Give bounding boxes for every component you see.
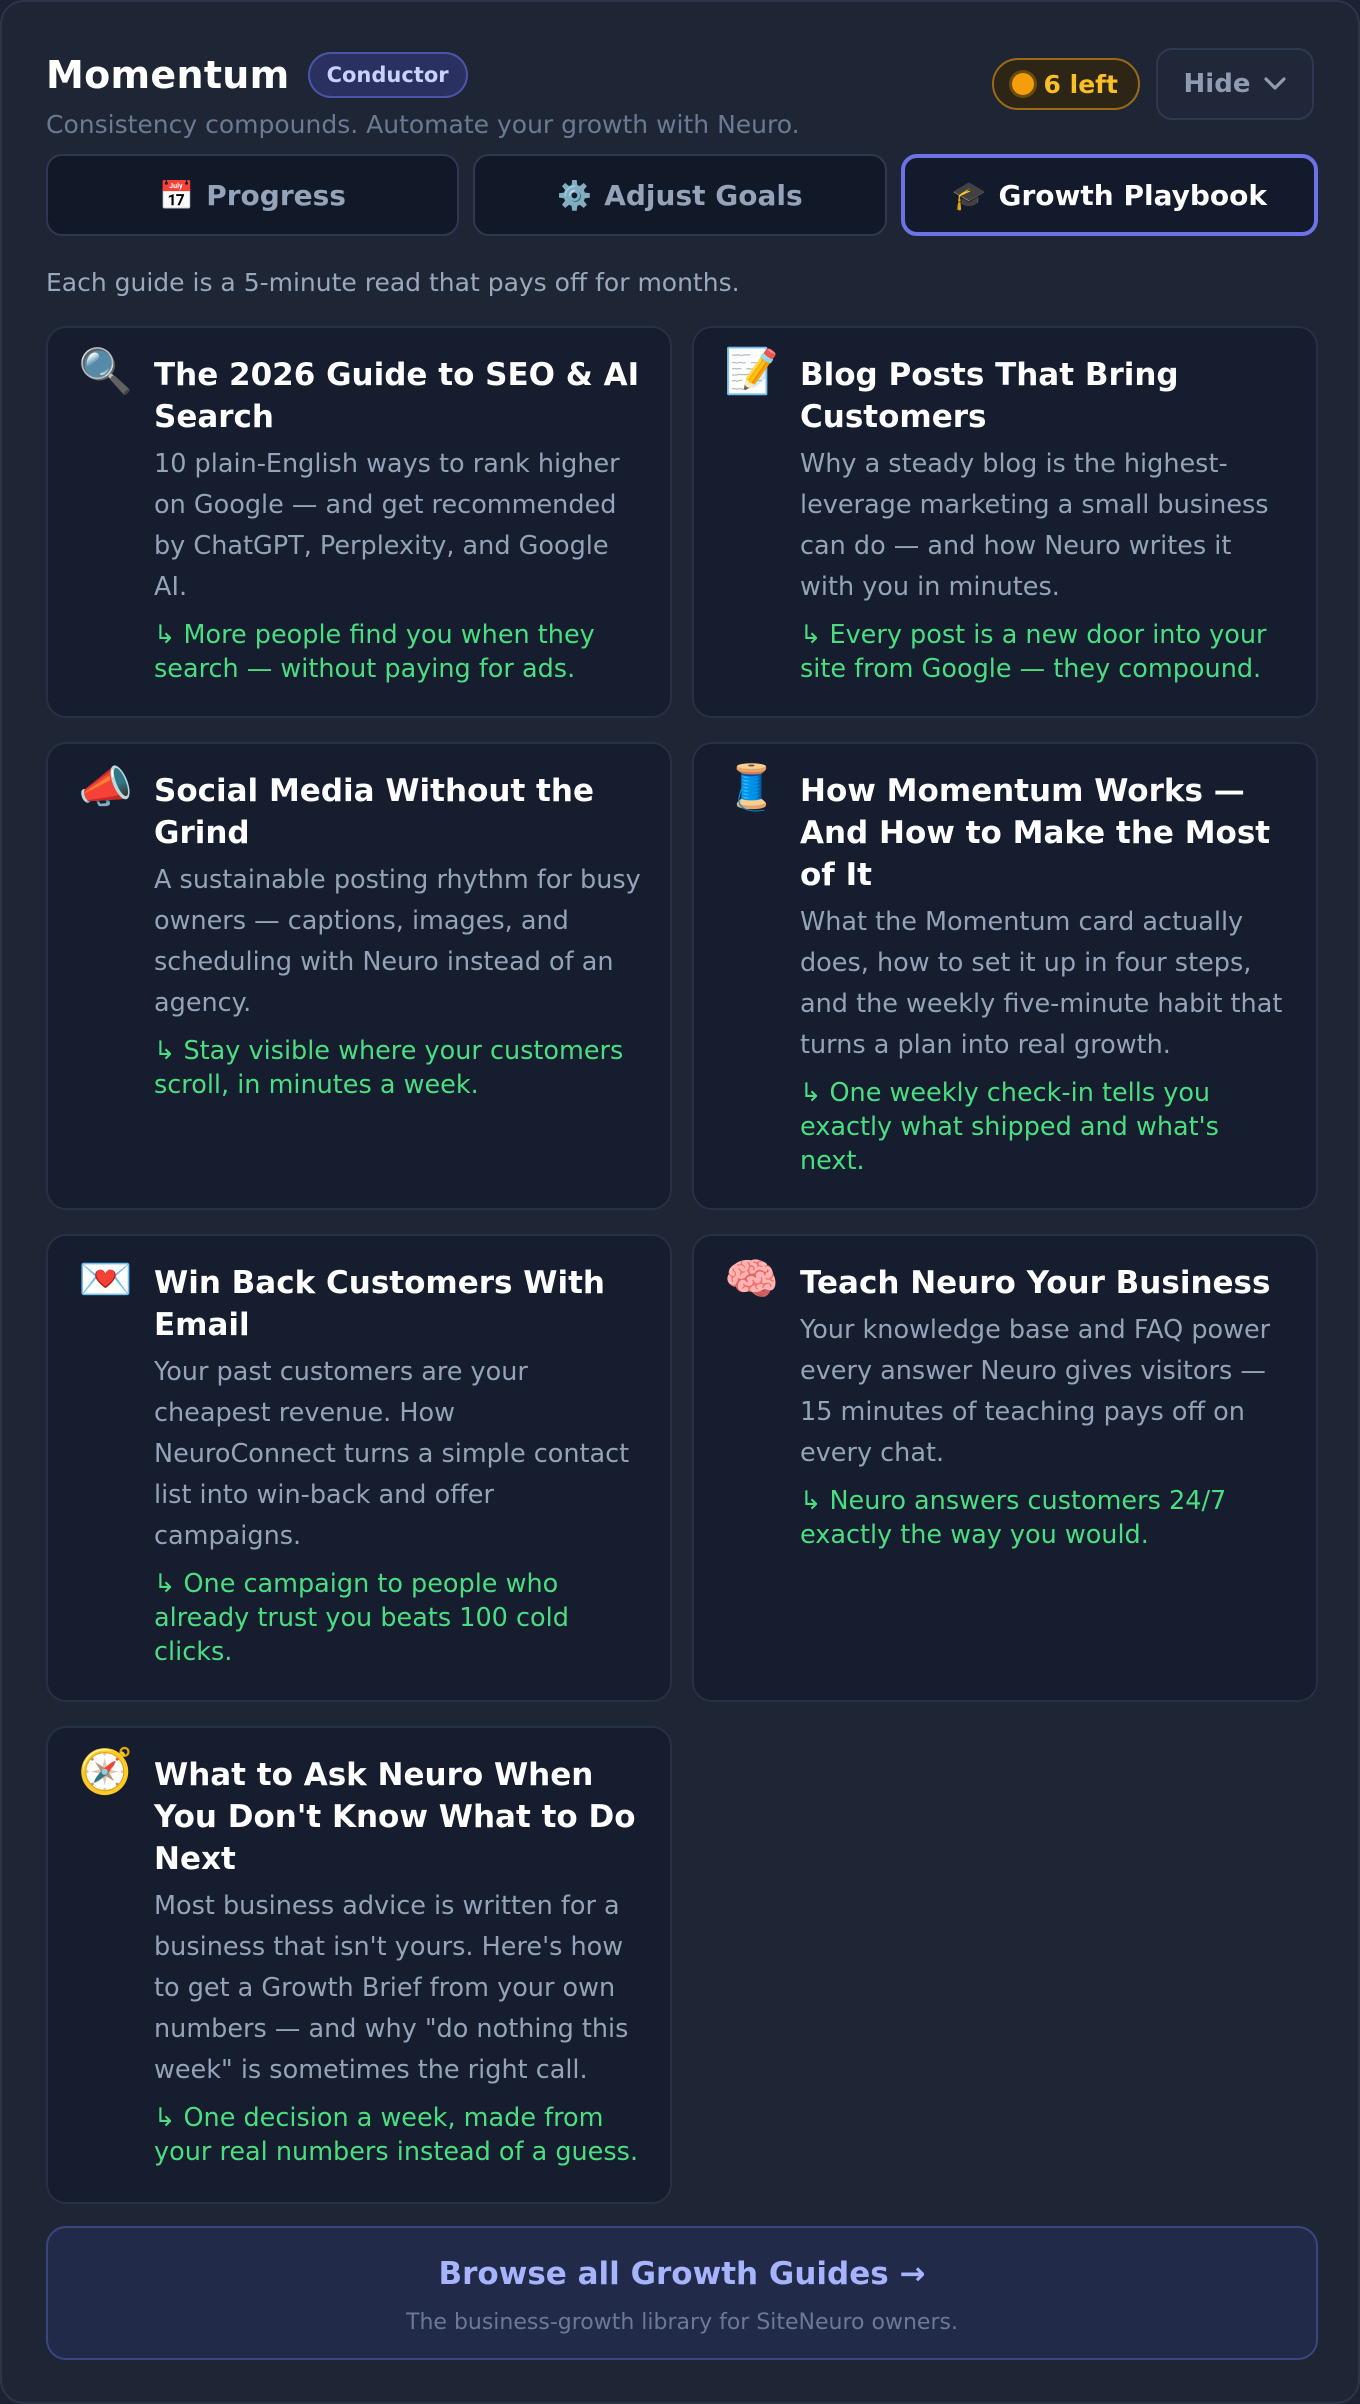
credits-remaining: 6 left [1043, 69, 1118, 99]
tagline: Consistency compounds. Automate your gro… [46, 110, 800, 139]
chevron-down-icon [1264, 77, 1287, 90]
browse-guides-title: Browse all Growth Guides → [438, 2256, 926, 2292]
credits-pill: 6 left [991, 58, 1140, 110]
tab-progress[interactable]: 📅 Progress [46, 154, 460, 236]
guide-title: Teach Neuro Your Business [800, 1265, 1271, 1301]
guide-card-ask-neuro[interactable]: 🧭 What to Ask Neuro When You Don't Know … [46, 1726, 672, 2204]
hide-button[interactable]: Hide [1156, 48, 1314, 120]
tab-label: Growth Playbook [998, 178, 1268, 212]
browse-guides-button[interactable]: Browse all Growth Guides → The business-… [46, 2226, 1318, 2360]
guide-description: A sustainable posting rhythm for busy ow… [154, 865, 641, 1018]
app-title: Momentum [46, 53, 290, 97]
guide-description: 10 plain-English ways to rank higher on … [154, 449, 620, 602]
guide-title: Blog Posts That Bring Customers [800, 357, 1179, 435]
guide-description: Your knowledge base and FAQ power every … [800, 1315, 1271, 1468]
browse-guides-subtitle: The business-growth library for SiteNeur… [406, 2310, 958, 2335]
guide-card-momentum[interactable]: 🧵 How Momentum Works — And How to Make t… [692, 742, 1318, 1210]
momentum-panel: Momentum Conductor Consistency compounds… [0, 0, 1360, 2404]
calendar-icon: 📅 [159, 178, 195, 212]
graduation-cap-icon: 🎓 [951, 178, 987, 212]
coin-icon [1011, 73, 1034, 95]
panel-header: Momentum Conductor Consistency compounds… [46, 48, 1314, 142]
guide-title: How Momentum Works — And How to Make the… [800, 773, 1271, 893]
brain-icon: 🧠 [724, 1254, 779, 1305]
guide-benefit: ↳ Stay visible where your customers scro… [154, 1036, 624, 1100]
guide-benefit: ↳ Neuro answers customers 24/7 exactly t… [800, 1486, 1227, 1550]
guide-title: The 2026 Guide to SEO & AI Search [154, 357, 640, 435]
guide-title: Win Back Customers With Email [154, 1265, 605, 1343]
gear-icon: ⚙️ [557, 178, 593, 212]
guide-card-email[interactable]: 💌 Win Back Customers With Email Your pas… [46, 1234, 672, 1702]
guide-card-blog[interactable]: 📝 Blog Posts That Bring Customers Why a … [692, 326, 1318, 718]
guide-title: What to Ask Neuro When You Don't Know Wh… [154, 1757, 636, 1877]
magnifier-icon: 🔍 [78, 346, 133, 397]
thread-spool-icon: 🧵 [724, 762, 779, 813]
guide-description: What the Momentum card actually does, ho… [800, 907, 1283, 1060]
guide-description: Your past customers are your cheapest re… [154, 1357, 630, 1551]
guide-card-social[interactable]: 📣 Social Media Without the Grind A susta… [46, 742, 672, 1210]
guide-benefit: ↳ One decision a week, made from your re… [154, 2103, 639, 2167]
guide-card-seo[interactable]: 🔍 The 2026 Guide to SEO & AI Search 10 p… [46, 326, 672, 718]
guide-benefit: ↳ More people find you when they search … [154, 620, 595, 684]
memo-icon: 📝 [724, 346, 779, 397]
guide-benefit: ↳ One weekly check-in tells you exactly … [800, 1078, 1219, 1176]
guide-card-knowledge-base[interactable]: 🧠 Teach Neuro Your Business Your knowled… [692, 1234, 1318, 1702]
guide-title: Social Media Without the Grind [154, 773, 594, 851]
tab-adjust-goals[interactable]: ⚙️ Adjust Goals [473, 154, 887, 236]
tab-bar: 📅 Progress ⚙️ Adjust Goals 🎓 Growth Play… [46, 154, 1318, 236]
compass-icon: 🧭 [78, 1746, 133, 1797]
guide-description: Why a steady blog is the highest-leverag… [800, 449, 1269, 602]
playbook-intro: Each guide is a 5-minute read that pays … [46, 268, 740, 297]
megaphone-icon: 📣 [78, 762, 133, 813]
guide-description: Most business advice is written for a bu… [154, 1891, 629, 2085]
love-letter-icon: 💌 [78, 1254, 133, 1305]
guide-benefit: ↳ One campaign to people who already tru… [154, 1569, 569, 1667]
guide-benefit: ↳ Every post is a new door into your sit… [800, 620, 1267, 684]
tab-label: Progress [206, 178, 346, 212]
tab-growth-playbook[interactable]: 🎓 Growth Playbook [900, 154, 1318, 236]
hide-label: Hide [1183, 69, 1251, 99]
plan-badge: Conductor [307, 52, 468, 98]
tab-label: Adjust Goals [604, 178, 803, 212]
